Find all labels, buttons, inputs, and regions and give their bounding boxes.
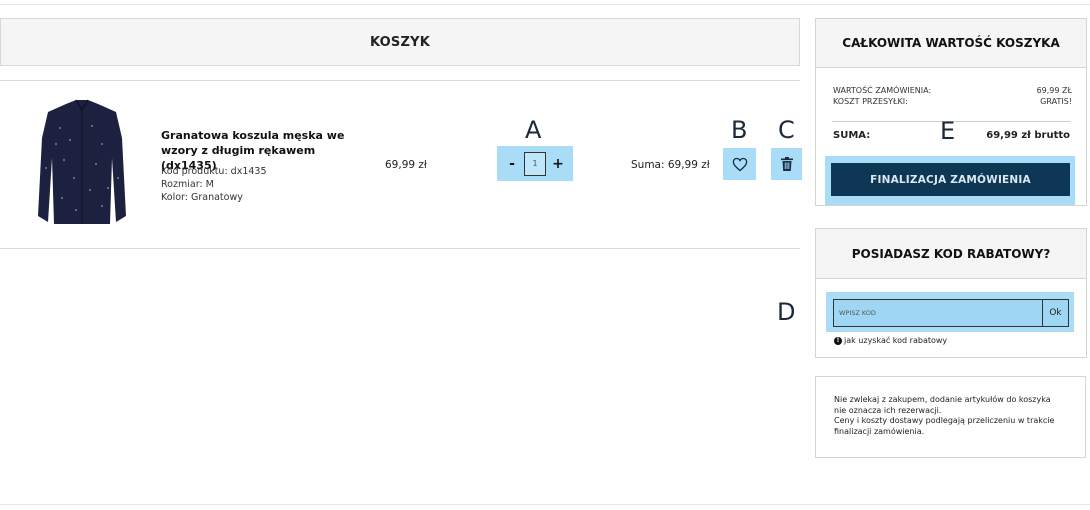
coupon-header: POSIADASZ KOD RABATOWY? xyxy=(816,229,1086,279)
row-divider-bottom xyxy=(0,248,800,249)
trash-icon xyxy=(780,157,793,171)
cart-header: KOSZYK xyxy=(0,18,800,66)
coupon-title: POSIADASZ KOD RABATOWY? xyxy=(851,246,1051,261)
annotation-e: E xyxy=(940,117,956,145)
total-value: 69,99 zł brutto xyxy=(986,130,1070,141)
product-color: Kolor: Granatowy xyxy=(161,192,243,203)
cart-title: KOSZYK xyxy=(369,34,431,50)
summary-title: CAŁKOWITA WARTOŚĆ KOSZYKA xyxy=(842,36,1060,50)
unit-price: 69,99 zł xyxy=(385,159,427,171)
product-image[interactable] xyxy=(36,98,128,228)
shirt-image xyxy=(38,99,126,224)
quantity-input[interactable]: 1 xyxy=(524,151,546,176)
annotation-d: D xyxy=(777,298,796,326)
coupon-input[interactable]: WPISZ KOD xyxy=(833,299,1043,327)
checkout-button-label: FINALIZACJA ZAMÓWIENIA xyxy=(870,173,1031,186)
coupon-help-text: jak uzyskać kod rabatowy xyxy=(844,336,948,345)
order-value: 69,99 ZŁ xyxy=(1036,86,1072,95)
coupon-ok-label: Ok xyxy=(1049,308,1062,318)
annotation-a: A xyxy=(525,116,542,144)
shipping-value: GRATIS! xyxy=(1040,97,1072,106)
qty-increase-button[interactable]: + xyxy=(548,156,568,172)
top-divider xyxy=(0,4,1090,5)
row-divider-top xyxy=(0,80,800,81)
favorite-button[interactable] xyxy=(723,148,756,180)
shipping-label: KOSZT PRZESYŁKI: xyxy=(833,97,908,106)
bottom-divider xyxy=(0,504,1090,505)
heart-icon xyxy=(732,157,747,171)
coupon-help-link[interactable]: ! jak uzyskać kod rabatowy xyxy=(834,336,947,345)
qty-decrease-button[interactable]: - xyxy=(502,156,522,172)
product-size: Rozmiar: M xyxy=(161,179,214,190)
order-value-label: WARTOŚĆ ZAMÓWIENIA: xyxy=(833,86,932,95)
product-code: Kod produktu: dx1435 xyxy=(161,166,267,177)
annotation-c: C xyxy=(778,116,795,144)
coupon-ok-button[interactable]: Ok xyxy=(1042,299,1069,327)
checkout-button[interactable]: FINALIZACJA ZAMÓWIENIA xyxy=(831,163,1070,196)
notice-line-1: Nie zwlekaj z zakupem, dodanie artykułów… xyxy=(834,395,1051,415)
delete-button[interactable] xyxy=(771,148,802,180)
line-total: Suma: 69,99 zł xyxy=(631,159,710,171)
quantity-stepper[interactable]: - 1 + xyxy=(497,146,573,181)
notice-text: Nie zwlekaj z zakupem, dodanie artykułów… xyxy=(834,395,1064,437)
info-icon: ! xyxy=(834,336,842,345)
notice-line-2: Ceny i koszty dostawy podlegają przelicz… xyxy=(834,416,1055,436)
annotation-b: B xyxy=(731,116,748,144)
summary-header: CAŁKOWITA WARTOŚĆ KOSZYKA xyxy=(816,19,1086,68)
total-label: SUMA: xyxy=(833,130,871,141)
